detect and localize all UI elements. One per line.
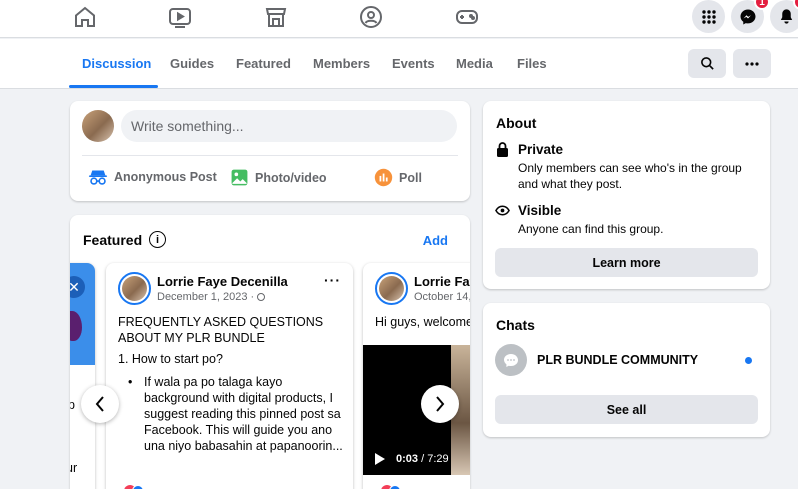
gaming-icon[interactable] bbox=[455, 5, 479, 29]
bullet-dot: • bbox=[128, 375, 133, 389]
post-bullet-text: If wala pa po talaga kayo background wit… bbox=[144, 375, 343, 453]
composer-divider bbox=[82, 155, 458, 156]
about-title: About bbox=[496, 115, 537, 131]
video-icon[interactable] bbox=[168, 5, 192, 29]
poll-button[interactable]: Poll bbox=[374, 168, 422, 187]
carousel-next-button[interactable] bbox=[421, 385, 459, 423]
reaction-icon bbox=[132, 485, 144, 489]
search-button[interactable] bbox=[688, 49, 726, 78]
notifications-button[interactable]: 1 bbox=[770, 0, 798, 33]
groups-icon[interactable] bbox=[359, 5, 383, 29]
tab-files[interactable]: Files bbox=[517, 56, 547, 71]
author-avatar[interactable] bbox=[379, 276, 404, 301]
tab-members[interactable]: Members bbox=[313, 56, 370, 71]
info-icon[interactable]: i bbox=[149, 231, 166, 248]
privacy-label: Private bbox=[518, 142, 564, 157]
group-tabs-bar: Discussion Guides Featured Members Event… bbox=[0, 39, 798, 89]
carousel-prev-button[interactable] bbox=[81, 385, 119, 423]
globe-icon bbox=[257, 293, 266, 301]
post-text-fragment: ur bbox=[70, 461, 78, 475]
anonymous-post-button[interactable]: Anonymous Post bbox=[88, 168, 217, 186]
author-avatar-ring bbox=[118, 272, 151, 305]
tab-featured[interactable]: Featured bbox=[236, 56, 291, 71]
learn-more-label: Learn more bbox=[592, 255, 661, 270]
incognito-icon bbox=[89, 170, 107, 185]
marketplace-icon[interactable] bbox=[264, 5, 288, 29]
play-icon[interactable] bbox=[375, 453, 385, 465]
learn-more-button[interactable]: Learn more bbox=[495, 248, 758, 277]
messenger-button[interactable]: 1 bbox=[731, 0, 770, 33]
messenger-badge: 1 bbox=[754, 0, 770, 10]
tab-discussion[interactable]: Discussion bbox=[82, 56, 151, 71]
video-time: 0:03 / 7:29 bbox=[396, 453, 449, 465]
reaction-icon bbox=[389, 485, 401, 489]
author-avatar-ring bbox=[375, 272, 408, 305]
post-composer: Write something... Anonymous Post Photo/… bbox=[70, 101, 470, 201]
chats-title: Chats bbox=[496, 317, 535, 333]
post-question: 1. How to start po? bbox=[118, 352, 223, 366]
write-something-input[interactable]: Write something... bbox=[121, 110, 457, 142]
visibility-label: Visible bbox=[518, 203, 562, 218]
featured-add-link[interactable]: Add bbox=[423, 233, 448, 248]
post-more-icon[interactable]: ··· bbox=[324, 272, 341, 288]
chats-card: Chats PLR BUNDLE COMMUNITY See all bbox=[483, 303, 770, 437]
user-avatar[interactable] bbox=[82, 110, 114, 142]
visibility-description: Anyone can find this group. bbox=[518, 222, 664, 236]
post-date[interactable]: December 1, 2023 · bbox=[157, 291, 266, 303]
post-author[interactable]: Lorrie Fay bbox=[414, 274, 470, 289]
active-tab-indicator bbox=[69, 85, 158, 88]
search-icon bbox=[700, 57, 714, 70]
chat-item-name[interactable]: PLR BUNDLE COMMUNITY bbox=[537, 353, 698, 367]
post-text: Hi guys, welcome bbox=[375, 315, 470, 329]
poll-label: Poll bbox=[399, 170, 422, 185]
write-placeholder: Write something... bbox=[131, 118, 244, 134]
bell-icon bbox=[780, 9, 793, 24]
featured-section: Featured i Add ✕ p ur Lorrie Faye Deceni… bbox=[70, 215, 470, 489]
photo-icon bbox=[231, 169, 248, 186]
photo-video-button[interactable]: Photo/video bbox=[230, 168, 327, 187]
tab-events[interactable]: Events bbox=[392, 56, 435, 71]
post-heading: FREQUENTLY ASKED QUESTIONS ABOUT MY PLR … bbox=[118, 315, 324, 345]
more-icon bbox=[745, 61, 759, 66]
unread-dot bbox=[745, 357, 752, 364]
anonymous-post-label: Anonymous Post bbox=[114, 170, 217, 184]
see-all-label: See all bbox=[606, 402, 647, 417]
more-options-button[interactable] bbox=[733, 49, 771, 78]
top-navigation: 1 1 bbox=[0, 0, 798, 38]
featured-title: Featured bbox=[83, 232, 143, 248]
messenger-icon bbox=[740, 9, 755, 24]
tab-guides[interactable]: Guides bbox=[170, 56, 214, 71]
chat-bubble-icon bbox=[504, 353, 518, 367]
tab-media[interactable]: Media bbox=[456, 56, 493, 71]
chevron-left-icon bbox=[95, 396, 104, 412]
eye-icon bbox=[495, 205, 510, 216]
lock-icon bbox=[497, 142, 508, 157]
post-text-fragment: p bbox=[70, 398, 75, 412]
featured-post-previous[interactable]: ✕ p ur bbox=[70, 263, 95, 489]
post-author[interactable]: Lorrie Faye Decenilla bbox=[157, 274, 288, 289]
featured-post[interactable]: Lorrie Faye Decenilla December 1, 2023 ·… bbox=[106, 263, 353, 489]
privacy-description: Only members can see who's in the group … bbox=[518, 161, 742, 191]
grid-menu-icon[interactable] bbox=[692, 0, 725, 33]
post-date[interactable]: October 14, bbox=[414, 291, 470, 303]
chevron-right-icon bbox=[436, 396, 445, 412]
chat-avatar[interactable] bbox=[495, 344, 527, 376]
about-card: About Private Only members can see who's… bbox=[483, 101, 770, 289]
poll-icon bbox=[374, 168, 393, 187]
featured-post-next[interactable]: Lorrie Fay October 14, Hi guys, welcome … bbox=[363, 263, 470, 489]
author-avatar[interactable] bbox=[122, 276, 147, 301]
home-icon[interactable] bbox=[73, 5, 97, 29]
see-all-button[interactable]: See all bbox=[495, 395, 758, 424]
photo-video-label: Photo/video bbox=[255, 170, 327, 185]
